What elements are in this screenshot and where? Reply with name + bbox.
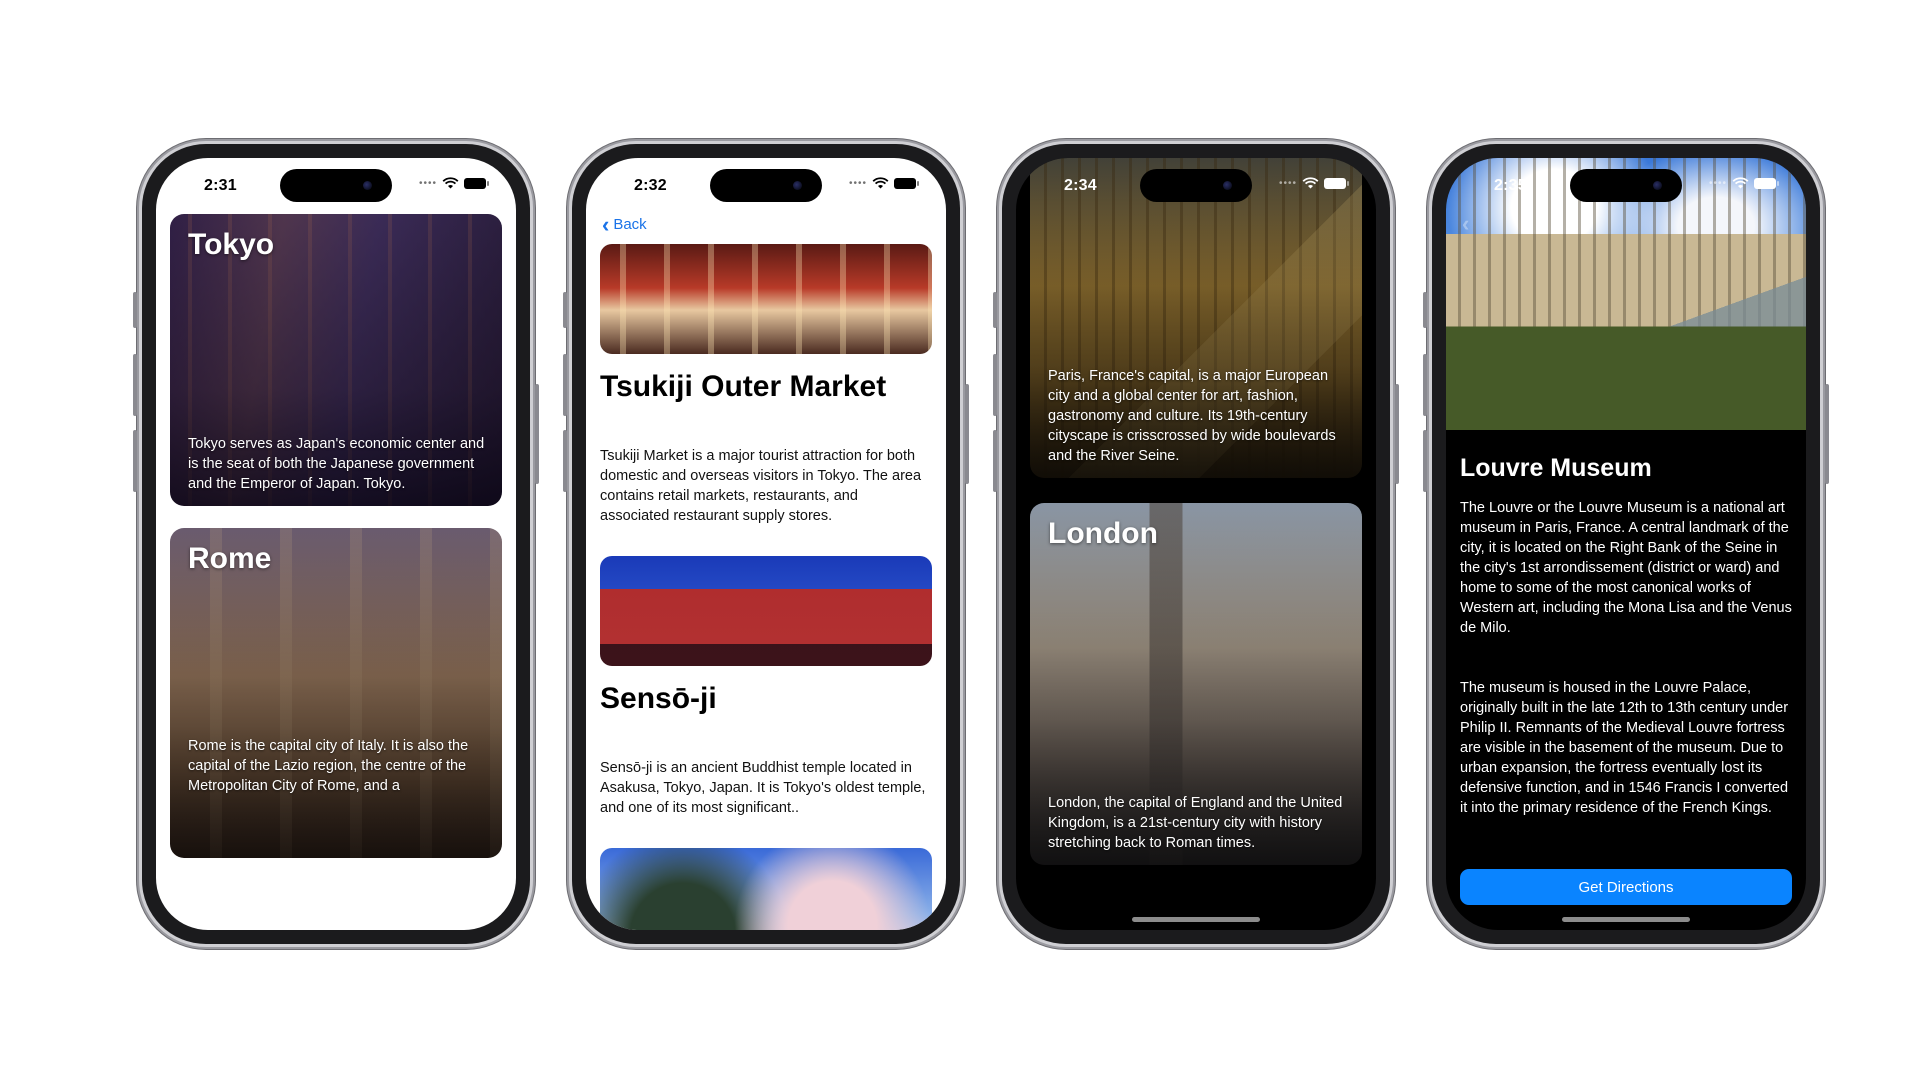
phone-3: 2:34 •••• Paris, France's capital, is a … xyxy=(993,144,1399,944)
chevron-left-icon: ‹ xyxy=(602,212,610,237)
place-detail-paragraph: The museum is housed in the Louvre Palac… xyxy=(1460,680,1789,816)
city-card-london[interactable]: London London, the capital of England an… xyxy=(1030,503,1362,865)
side-button xyxy=(535,384,539,484)
wifi-icon xyxy=(1732,177,1749,189)
battery-icon xyxy=(464,177,489,189)
place-image-tsukiji[interactable] xyxy=(600,244,932,354)
city-card-title: Tokyo xyxy=(188,228,275,261)
dynamic-island xyxy=(710,169,822,202)
side-button xyxy=(1825,384,1829,484)
phone-1: 2:31 •••• Tokyo Tokyo serves as Japan's … xyxy=(133,144,539,944)
place-detail-paragraph: The Louvre or the Louvre Museum is a nat… xyxy=(1460,500,1792,636)
phone-4: 2:35 •••• ‹ Louvre Museum The Louvre or … xyxy=(1423,144,1829,944)
side-button xyxy=(1395,384,1399,484)
city-card-title: Rome xyxy=(188,542,272,575)
status-time: 2:32 xyxy=(634,177,667,194)
dynamic-island xyxy=(1140,169,1252,202)
cellular-icon: •••• xyxy=(418,177,437,189)
phone-2: 2:32 •••• ‹ Back Tsukiji Outer Market Ts… xyxy=(563,144,969,944)
chevron-left-icon: ‹ xyxy=(1462,211,1470,236)
silent-switch xyxy=(133,292,137,328)
silent-switch xyxy=(993,292,997,328)
volume-down-button xyxy=(133,430,137,492)
back-button[interactable]: ‹ Back xyxy=(602,212,647,237)
screen-places-list: 2:32 •••• ‹ Back Tsukiji Outer Market Ts… xyxy=(586,158,946,930)
volume-up-button xyxy=(1423,354,1427,416)
silent-switch xyxy=(1423,292,1427,328)
volume-up-button xyxy=(563,354,567,416)
volume-down-button xyxy=(563,430,567,492)
status-time: 2:34 xyxy=(1064,177,1097,194)
city-card-description: Paris, France's capital, is a major Euro… xyxy=(1048,368,1336,464)
volume-down-button xyxy=(1423,430,1427,492)
battery-icon xyxy=(1324,177,1349,189)
place-title: Sensō-ji xyxy=(600,682,717,715)
home-indicator[interactable] xyxy=(1132,917,1260,922)
screen-city-list: 2:31 •••• Tokyo Tokyo serves as Japan's … xyxy=(156,158,516,930)
battery-icon xyxy=(894,177,919,189)
dynamic-island xyxy=(1570,169,1682,202)
volume-up-button xyxy=(993,354,997,416)
place-image-sensoji[interactable] xyxy=(600,556,932,666)
wifi-icon xyxy=(442,177,459,189)
city-card-title: London xyxy=(1048,517,1158,550)
battery-icon xyxy=(1754,177,1779,189)
place-image-third[interactable] xyxy=(600,848,932,930)
home-indicator[interactable] xyxy=(1562,917,1690,922)
place-description: Tsukiji Market is a major tourist attrac… xyxy=(600,448,922,524)
city-card-description: Tokyo serves as Japan's economic center … xyxy=(188,436,485,492)
back-label: Back xyxy=(613,216,647,233)
get-directions-button[interactable]: Get Directions xyxy=(1460,869,1792,905)
status-time: 2:35 xyxy=(1494,177,1527,194)
silent-switch xyxy=(563,292,567,328)
screen-place-detail: 2:35 •••• ‹ Louvre Museum The Louvre or … xyxy=(1446,158,1806,930)
cellular-icon: •••• xyxy=(848,177,867,189)
wifi-icon xyxy=(1302,177,1319,189)
side-button xyxy=(965,384,969,484)
place-detail-title: Louvre Museum xyxy=(1460,454,1652,482)
wifi-icon xyxy=(872,177,889,189)
status-time: 2:31 xyxy=(204,177,237,194)
back-button[interactable]: ‹ xyxy=(1462,211,1470,236)
city-card-description: Rome is the capital city of Italy. It is… xyxy=(188,738,469,794)
place-description: Sensō-ji is an ancient Buddhist temple l… xyxy=(600,760,926,816)
screen-city-list-dark: 2:34 •••• Paris, France's capital, is a … xyxy=(1016,158,1376,930)
volume-down-button xyxy=(993,430,997,492)
city-card-tokyo[interactable]: Tokyo Tokyo serves as Japan's economic c… xyxy=(170,214,502,506)
dynamic-island xyxy=(280,169,392,202)
volume-up-button xyxy=(133,354,137,416)
place-title: Tsukiji Outer Market xyxy=(600,370,887,403)
city-card-description: London, the capital of England and the U… xyxy=(1048,795,1343,851)
cellular-icon: •••• xyxy=(1708,177,1727,189)
cellular-icon: •••• xyxy=(1278,177,1297,189)
city-card-rome[interactable]: Rome Rome is the capital city of Italy. … xyxy=(170,528,502,858)
